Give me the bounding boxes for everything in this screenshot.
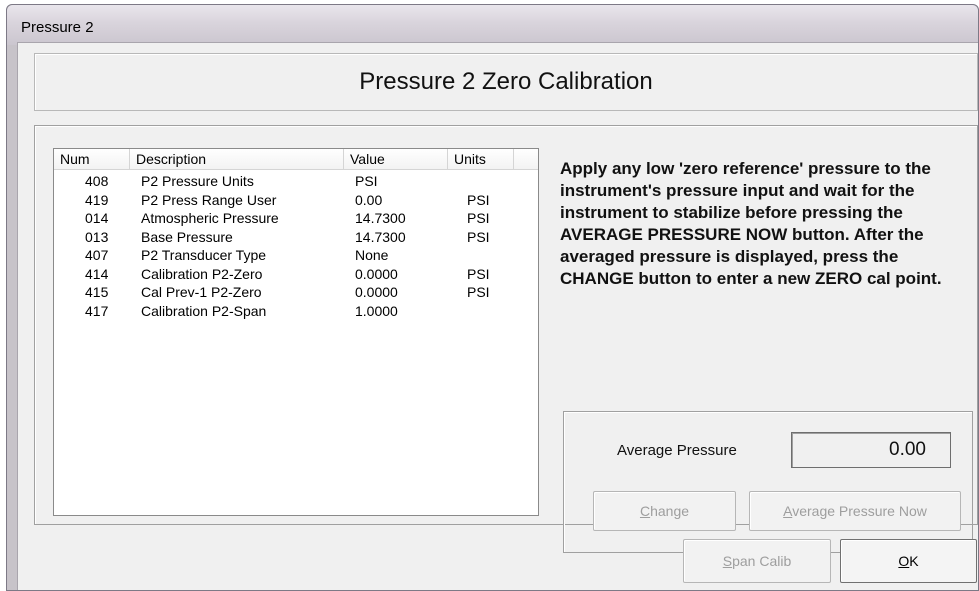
- calibration-group: Num Description Value Units 408 P2 Press…: [34, 125, 978, 553]
- cell-value: PSI: [355, 173, 378, 189]
- average-pressure-label: Average Pressure: [617, 442, 737, 459]
- cell-description: Calibration P2-Zero: [141, 265, 263, 282]
- average-pressure-value: 0.00: [791, 432, 951, 468]
- cell-description: Calibration P2-Span: [141, 302, 267, 319]
- cell-value: 14.7300: [355, 210, 406, 226]
- table-row[interactable]: 407 P2 Transducer Type None: [54, 246, 538, 265]
- table-row[interactable]: 417 Calibration P2-Span 1.0000: [54, 302, 538, 321]
- cell-value: 0.0000: [355, 284, 398, 300]
- table-row[interactable]: 415 Cal Prev-1 P2-Zero 0.0000 PSI: [54, 283, 538, 302]
- table-row[interactable]: 013 Base Pressure 14.7300 PSI: [54, 228, 538, 247]
- cell-description: Cal Prev-1 P2-Zero: [141, 284, 262, 300]
- span-calib-label: pan Calib: [732, 553, 792, 569]
- table-row[interactable]: 014 Atmospheric Pressure 14.7300 PSI: [54, 209, 538, 228]
- cell-num: 013: [85, 228, 109, 245]
- cell-description: P2 Transducer Type: [141, 247, 267, 263]
- cell-units: PSI: [467, 228, 490, 245]
- cell-value: 1.0000: [355, 302, 398, 319]
- column-header-value[interactable]: Value: [344, 149, 448, 170]
- average-pressure-panel: Average Pressure 0.00 Change Average Pre…: [563, 411, 973, 553]
- dialog-client-area: Pressure 2 Zero Calibration Num Descript…: [17, 42, 978, 590]
- cell-num: 419: [85, 191, 109, 208]
- cell-value: 0.0000: [355, 265, 398, 282]
- cell-num: 408: [85, 173, 109, 189]
- table-row[interactable]: 419 P2 Press Range User 0.00 PSI: [54, 191, 538, 210]
- cell-value: None: [355, 247, 389, 263]
- ok-button[interactable]: OK: [840, 539, 977, 583]
- average-now-label: verage Pressure Now: [792, 503, 927, 519]
- header-panel: Pressure 2 Zero Calibration: [34, 53, 978, 111]
- cell-description: Atmospheric Pressure: [141, 210, 279, 226]
- average-now-accel: A: [783, 503, 793, 519]
- average-pressure-now-button[interactable]: Average Pressure Now: [749, 491, 961, 531]
- cell-units: PSI: [467, 284, 490, 300]
- cell-num: 014: [85, 210, 109, 226]
- instructions-text: Apply any low 'zero reference' pressure …: [560, 159, 942, 288]
- ok-accel: O: [898, 553, 910, 569]
- cell-num: 414: [85, 265, 109, 282]
- page-title: Pressure 2 Zero Calibration: [359, 68, 653, 95]
- cell-units: PSI: [467, 265, 490, 282]
- change-button-label: hange: [650, 503, 690, 519]
- cell-description: P2 Pressure Units: [141, 173, 254, 189]
- column-header-units[interactable]: Units: [448, 149, 514, 170]
- list-body: 408 P2 Pressure Units PSI 419 P2 Press R…: [54, 172, 538, 320]
- cell-description: Base Pressure: [141, 228, 233, 245]
- span-calib-button[interactable]: Span Calib: [683, 539, 831, 583]
- cell-value: 0.00: [355, 191, 383, 208]
- change-button-accel: C: [639, 503, 651, 519]
- cell-units: PSI: [467, 191, 490, 208]
- cell-units: PSI: [467, 210, 490, 226]
- change-button[interactable]: Change: [593, 491, 736, 531]
- table-row[interactable]: 408 P2 Pressure Units PSI: [54, 172, 538, 191]
- ok-label: K: [909, 553, 919, 569]
- dialog-window: Pressure 2 Pressure 2 Zero Calibration N…: [6, 4, 979, 591]
- cell-description: P2 Press Range User: [141, 191, 277, 208]
- column-header-description[interactable]: Description: [130, 149, 344, 170]
- list-header: Num Description Value Units: [54, 149, 538, 170]
- cell-num: 407: [85, 247, 109, 263]
- table-row[interactable]: 414 Calibration P2-Zero 0.0000 PSI: [54, 265, 538, 284]
- cell-num: 417: [85, 302, 109, 319]
- cell-num: 415: [85, 284, 109, 300]
- title-bar[interactable]: Pressure 2: [7, 5, 978, 45]
- cell-value: 14.7300: [355, 228, 406, 245]
- span-calib-accel: S: [722, 553, 733, 569]
- parameter-list[interactable]: Num Description Value Units 408 P2 Press…: [53, 148, 539, 516]
- column-header-num[interactable]: Num: [54, 149, 130, 170]
- window-title: Pressure 2: [21, 19, 94, 36]
